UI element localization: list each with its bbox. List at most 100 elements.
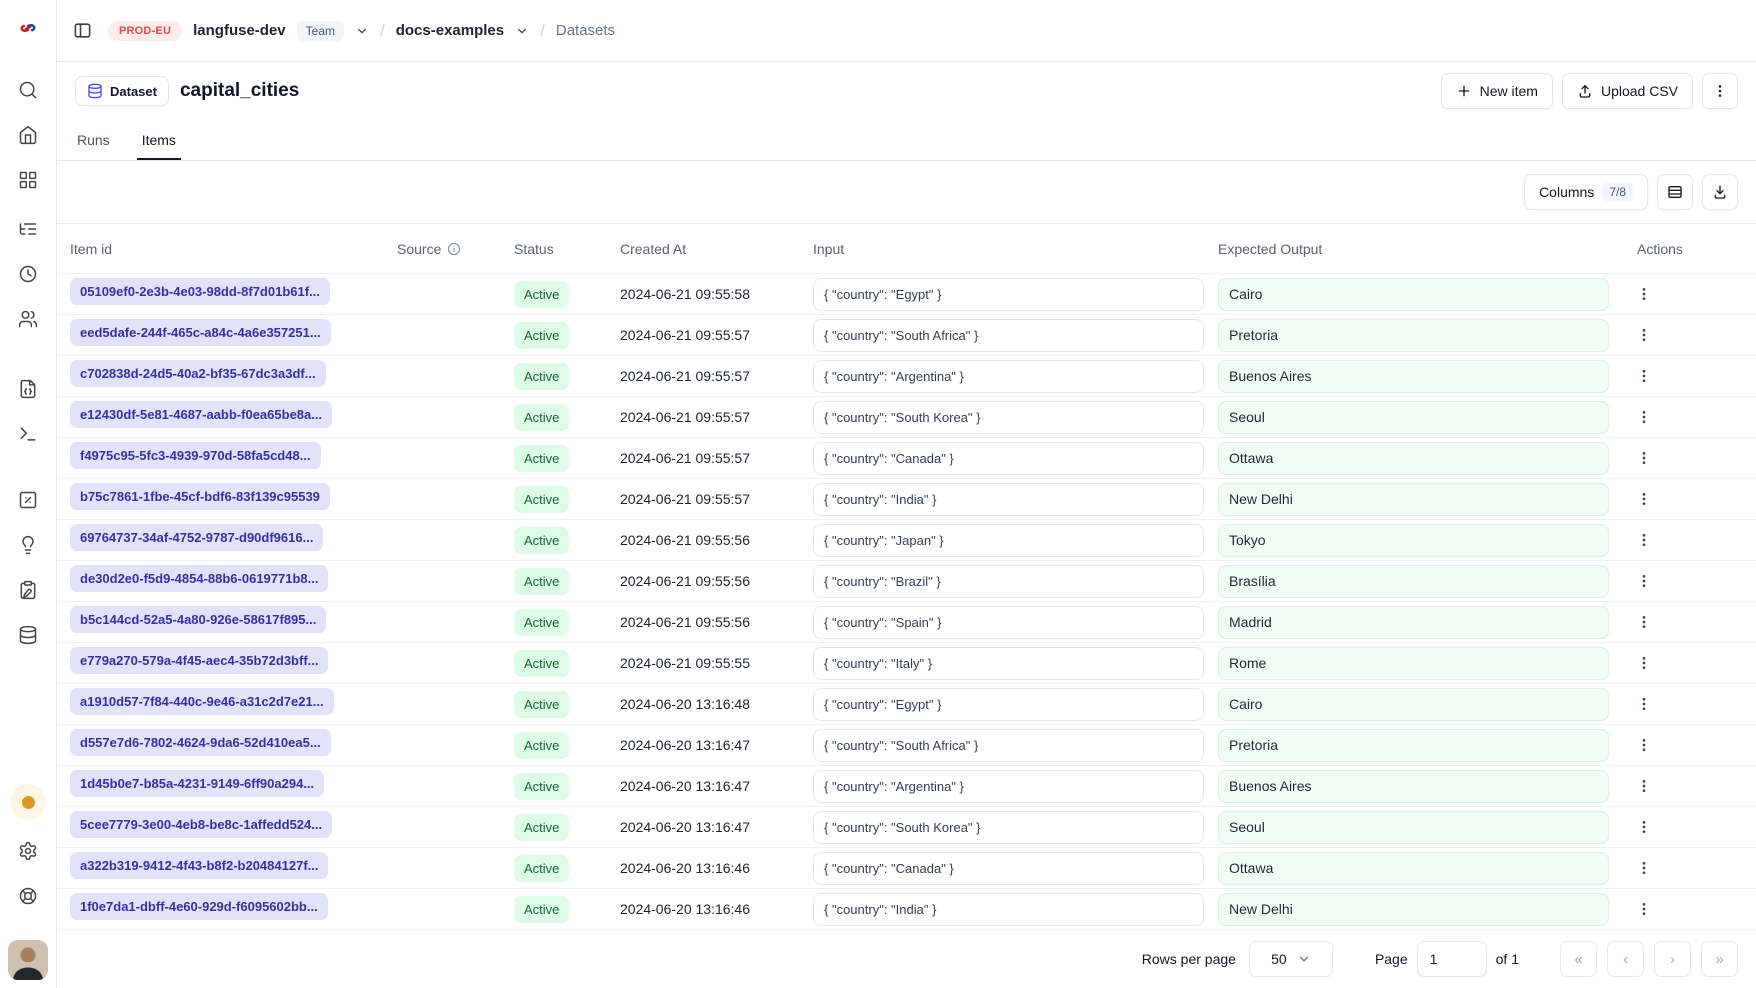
status-indicator[interactable] <box>10 784 46 820</box>
kebab-menu-icon <box>1636 450 1652 466</box>
input-cell: { "country": "Brazil" } <box>813 565 1204 598</box>
row-actions-menu-button[interactable] <box>1630 403 1658 431</box>
playground-terminal-icon[interactable] <box>10 416 46 452</box>
row-actions-menu-button[interactable] <box>1630 772 1658 800</box>
upload-icon <box>1577 83 1593 99</box>
sidebar <box>0 0 57 988</box>
item-id-badge[interactable]: b75c7861-1fbe-45cf-bdf6-83f139c95539 <box>70 483 330 510</box>
row-actions-menu-button[interactable] <box>1630 321 1658 349</box>
row-actions-menu-button[interactable] <box>1630 362 1658 390</box>
item-id-badge[interactable]: b5c144cd-52a5-4a80-926e-58617f895... <box>70 606 326 633</box>
kebab-menu-icon <box>1636 327 1652 343</box>
evaluation-percent-icon[interactable] <box>10 482 46 518</box>
tab-items[interactable]: Items <box>137 120 181 160</box>
kebab-menu-icon <box>1636 860 1652 876</box>
row-actions-menu-button[interactable] <box>1630 813 1658 841</box>
dataset-type-badge: Dataset <box>75 76 169 106</box>
item-id-badge[interactable]: a1910d57-7f84-440c-9e46-a31c2d7e21... <box>70 688 334 715</box>
upload-csv-button[interactable]: Upload CSV <box>1562 73 1693 109</box>
new-item-button[interactable]: New item <box>1441 73 1553 109</box>
project-chevron-down-icon[interactable] <box>515 24 529 38</box>
item-id-badge[interactable]: 1f0e7da1-dbff-4e60-929d-f6095602bb... <box>70 893 328 920</box>
item-id-badge[interactable]: f4975c95-5fc3-4939-970d-58fa5cd48... <box>70 442 321 469</box>
row-actions-menu-button[interactable] <box>1630 280 1658 308</box>
langfuse-logo-icon[interactable] <box>10 10 46 46</box>
row-actions-menu-button[interactable] <box>1630 649 1658 677</box>
users-icon[interactable] <box>10 301 46 337</box>
user-avatar[interactable] <box>8 940 48 980</box>
prompts-file-icon[interactable] <box>10 371 46 407</box>
prev-page-button[interactable]: ‹ <box>1607 941 1644 977</box>
support-lifebuoy-icon[interactable] <box>10 878 46 914</box>
row-actions-menu-button[interactable] <box>1630 731 1658 759</box>
next-page-button[interactable]: › <box>1654 941 1691 977</box>
sidebar-toggle-icon[interactable] <box>67 16 97 46</box>
status-badge: Active <box>514 486 569 513</box>
annotation-clipboard-pen-icon[interactable] <box>10 572 46 608</box>
input-cell: { "country": "Japan" } <box>813 524 1204 557</box>
input-cell: { "country": "Italy" } <box>813 647 1204 680</box>
info-icon[interactable] <box>447 242 461 256</box>
created-at-cell: 2024-06-20 13:16:47 <box>620 778 813 794</box>
tracing-icon[interactable] <box>10 211 46 247</box>
table-row: e12430df-5e81-4687-aabb-f0ea65be8a... Ac… <box>57 396 1756 437</box>
row-height-button[interactable] <box>1657 174 1693 210</box>
search-icon[interactable] <box>10 72 46 108</box>
export-download-button[interactable] <box>1702 174 1738 210</box>
page-more-menu-button[interactable] <box>1702 73 1738 109</box>
last-page-button[interactable]: » <box>1701 941 1738 977</box>
row-actions-menu-button[interactable] <box>1630 895 1658 923</box>
first-page-button[interactable]: « <box>1560 941 1597 977</box>
input-cell: { "country": "South Africa" } <box>813 319 1204 352</box>
row-actions-menu-button[interactable] <box>1630 526 1658 554</box>
page-number-input[interactable] <box>1417 941 1487 977</box>
org-chevron-down-icon[interactable] <box>355 24 369 38</box>
breadcrumb-separator: / <box>540 21 545 41</box>
org-type-badge: Team <box>297 21 344 41</box>
main-area: PROD-EU langfuse-dev Team / docs-example… <box>57 0 1756 988</box>
breadcrumb-org[interactable]: langfuse-dev <box>193 22 286 39</box>
item-id-badge[interactable]: a322b319-9412-4f43-b8f2-b20484127f... <box>70 852 328 879</box>
insights-lightbulb-icon[interactable] <box>10 527 46 563</box>
input-cell: { "country": "Egypt" } <box>813 278 1204 311</box>
item-id-badge[interactable]: eed5dafe-244f-465c-a84c-4a6e357251... <box>70 319 331 346</box>
tab-bar: Runs Items <box>57 120 1756 161</box>
item-id-badge[interactable]: c702838d-24d5-40a2-bf35-67dc3a3df... <box>70 360 326 387</box>
settings-gear-icon[interactable] <box>10 833 46 869</box>
item-id-badge[interactable]: 05109ef0-2e3b-4e03-98dd-8f7d01b61f... <box>70 278 330 305</box>
sessions-clock-icon[interactable] <box>10 256 46 292</box>
item-id-badge[interactable]: e779a270-579a-4f45-aec4-35b72d3bff... <box>70 647 328 674</box>
kebab-menu-icon <box>1636 573 1652 589</box>
tab-runs[interactable]: Runs <box>72 120 115 160</box>
plus-icon <box>1456 83 1472 99</box>
table-row: 5cee7779-3e00-4eb8-be8c-1affedd524... Ac… <box>57 806 1756 847</box>
kebab-menu-icon <box>1636 286 1652 302</box>
row-actions-menu-button[interactable] <box>1630 485 1658 513</box>
kebab-menu-icon <box>1636 901 1652 917</box>
row-actions-menu-button[interactable] <box>1630 567 1658 595</box>
row-actions-menu-button[interactable] <box>1630 854 1658 882</box>
datasets-database-icon[interactable] <box>10 617 46 653</box>
row-actions-menu-button[interactable] <box>1630 690 1658 718</box>
item-id-badge[interactable]: de30d2e0-f5d9-4854-88b6-0619771b8... <box>70 565 328 592</box>
item-id-badge[interactable]: 69764737-34af-4752-9787-d90df9616... <box>70 524 323 551</box>
breadcrumb-section[interactable]: Datasets <box>556 22 615 39</box>
status-badge: Active <box>514 404 569 431</box>
item-id-badge[interactable]: 5cee7779-3e00-4eb8-be8c-1affedd524... <box>70 811 332 838</box>
page-label: Page <box>1375 951 1408 967</box>
app-window: PROD-EU langfuse-dev Team / docs-example… <box>0 0 1756 988</box>
item-id-badge[interactable]: d557e7d6-7802-4624-9da6-52d410ea5... <box>70 729 331 756</box>
breadcrumb-project[interactable]: docs-examples <box>396 22 504 39</box>
rows-per-page-select[interactable]: 50 <box>1249 941 1333 977</box>
dashboards-icon[interactable] <box>10 162 46 198</box>
columns-button[interactable]: Columns 7/8 <box>1524 174 1648 210</box>
expected-output-cell: Brasília <box>1218 565 1609 598</box>
row-actions-menu-button[interactable] <box>1630 608 1658 636</box>
database-icon <box>87 83 103 99</box>
home-icon[interactable] <box>10 117 46 153</box>
created-at-cell: 2024-06-21 09:55:55 <box>620 655 813 671</box>
row-actions-menu-button[interactable] <box>1630 444 1658 472</box>
item-id-badge[interactable]: 1d45b0e7-b85a-4231-9149-6ff90a294... <box>70 770 324 797</box>
item-id-badge[interactable]: e12430df-5e81-4687-aabb-f0ea65be8a... <box>70 401 332 428</box>
rows-icon <box>1667 184 1683 200</box>
